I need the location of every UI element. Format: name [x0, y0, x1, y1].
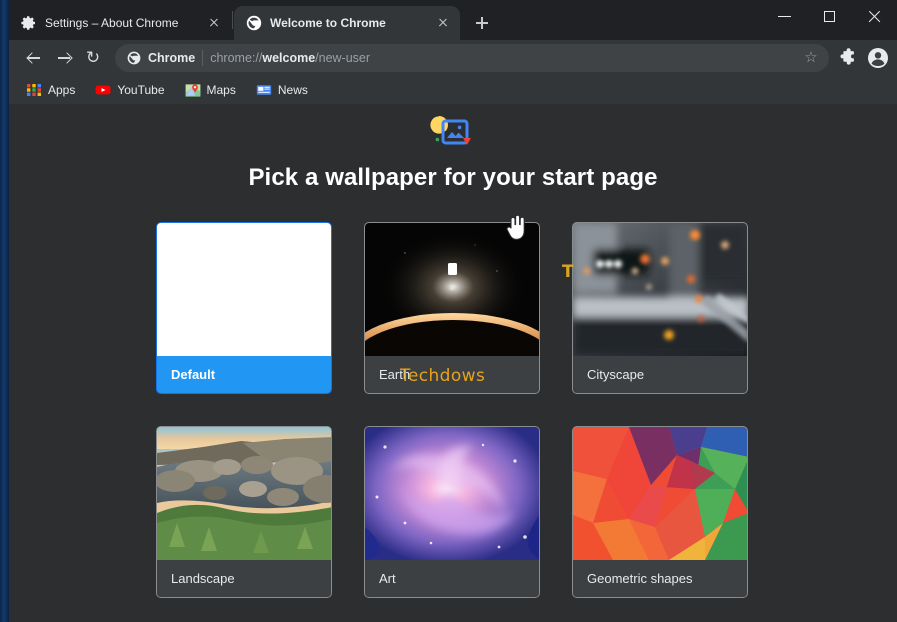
apps-grid-icon [26, 82, 42, 98]
reload-button[interactable]: ↻ [79, 44, 107, 72]
bookmark-maps[interactable]: Maps [178, 79, 243, 101]
bookmark-label: YouTube [117, 83, 164, 97]
gear-icon [21, 15, 37, 31]
url-host: welcome [262, 51, 315, 65]
news-icon [256, 82, 272, 98]
url-scheme: chrome:// [210, 51, 262, 65]
bookmark-label: Maps [207, 83, 236, 97]
window-controls [762, 0, 897, 32]
wallpaper-thumbnail-art [365, 427, 539, 560]
bookmark-label: News [278, 83, 308, 97]
wallpaper-tile-landscape[interactable]: Landscape [156, 426, 332, 598]
page-title: Pick a wallpaper for your start page [9, 164, 897, 192]
close-window-button[interactable] [852, 0, 897, 32]
tab-title: Settings – About Chrome [45, 16, 197, 30]
bookmark-news[interactable]: News [249, 79, 315, 101]
new-tab-button[interactable] [468, 9, 496, 37]
chrome-page-icon [127, 51, 141, 65]
tab-title: Welcome to Chrome [270, 16, 426, 30]
wallpaper-picture-icon [425, 112, 481, 154]
address-bar[interactable]: Chrome chrome://welcome/new-user ☆ [115, 44, 829, 72]
bookmark-apps[interactable]: Apps [19, 79, 82, 101]
wallpaper-label: Geometric shapes [573, 560, 747, 597]
watermark-text: Techdows [400, 366, 485, 386]
omnibox-divider [202, 50, 203, 66]
close-icon[interactable] [205, 14, 223, 32]
maximize-button[interactable] [807, 0, 852, 32]
close-icon[interactable] [434, 14, 452, 32]
youtube-icon [95, 82, 111, 98]
wallpaper-tile-geometric-shapes[interactable]: Geometric shapes [572, 426, 748, 598]
welcome-page-content: Pick a wallpaper for your start page Def… [9, 104, 897, 622]
desktop-background-strip [0, 0, 9, 622]
bookmarks-bar: Apps YouTube [9, 76, 897, 104]
wallpaper-label: Default [157, 356, 331, 393]
tab-settings-about-chrome[interactable]: Settings – About Chrome [9, 6, 231, 40]
chrome-browser-window: Settings – About Chrome Welcome to Chrom… [9, 0, 897, 622]
wallpaper-grid: Default [156, 222, 750, 598]
profile-avatar-icon[interactable] [865, 45, 891, 71]
omnibox-chrome-label: Chrome [148, 51, 195, 65]
wallpaper-thumbnail-default [157, 223, 331, 356]
minimize-button[interactable] [762, 0, 807, 32]
tab-welcome-to-chrome[interactable]: Welcome to Chrome [234, 6, 460, 40]
bookmark-star-icon[interactable]: ☆ [799, 46, 823, 70]
screen: Settings – About Chrome Welcome to Chrom… [0, 0, 897, 622]
omnibox-url: chrome://welcome/new-user [210, 51, 792, 65]
forward-button[interactable] [49, 44, 77, 72]
tab-separator [232, 11, 233, 29]
maps-icon [185, 82, 201, 98]
wallpaper-label: Art [365, 560, 539, 597]
wallpaper-thumbnail-earth [365, 223, 539, 356]
wallpaper-tile-default[interactable]: Default [156, 222, 332, 394]
wallpaper-thumbnail-geometric-shapes [573, 427, 747, 560]
chrome-globe-icon [246, 15, 262, 31]
wallpaper-label: Cityscape [573, 356, 747, 393]
browser-toolbar: ↻ Chrome chrome://welcome/new-user ☆ [9, 40, 897, 76]
wallpaper-thumbnail-landscape [157, 427, 331, 560]
tab-strip: Settings – About Chrome Welcome to Chrom… [9, 0, 897, 40]
url-path: /new-user [315, 51, 370, 65]
puzzle-icon[interactable] [835, 45, 861, 71]
bookmark-youtube[interactable]: YouTube [88, 79, 171, 101]
wallpaper-thumbnail-cityscape [573, 223, 747, 356]
wallpaper-label: Landscape [157, 560, 331, 597]
bookmark-label: Apps [48, 83, 75, 97]
wallpaper-tile-cityscape[interactable]: Cityscape [572, 222, 748, 394]
back-button[interactable] [19, 44, 47, 72]
watermark-mark: T [562, 262, 574, 282]
wallpaper-tile-art[interactable]: Art [364, 426, 540, 598]
toolbar-right-actions [835, 45, 891, 71]
